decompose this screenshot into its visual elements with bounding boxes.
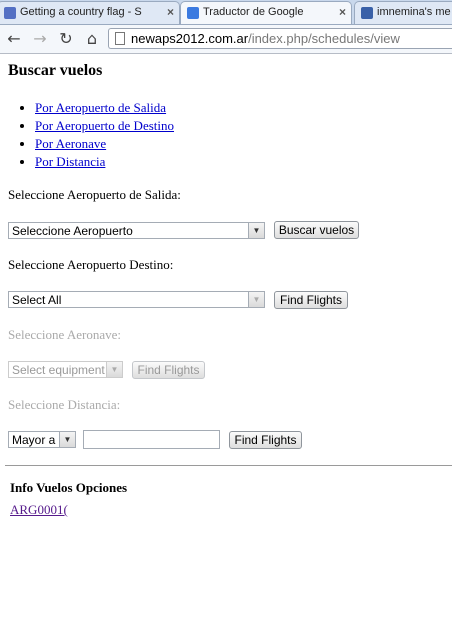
browser-toolbar: ← → ↻ ⌂ newaps2012.com.ar/index.php/sche… [0, 25, 452, 54]
chevron-down-icon: ▼ [59, 432, 75, 447]
site-favicon-icon [361, 7, 373, 19]
divider [5, 465, 452, 466]
select-value: Seleccione Aeropuerto [12, 224, 133, 238]
search-flights-button[interactable]: Buscar vuelos [274, 221, 359, 239]
link-by-aircraft[interactable]: Por Aeronave [35, 136, 106, 151]
find-flights-destination-button[interactable]: Find Flights [274, 291, 348, 309]
close-tab-icon[interactable]: × [339, 5, 346, 19]
home-icon[interactable]: ⌂ [81, 28, 103, 50]
select-value: Select equipment [12, 363, 105, 377]
list-item: Por Aeronave [35, 135, 174, 153]
list-item: Por Aeropuerto de Salida [35, 99, 174, 117]
chevron-down-icon: ▼ [248, 223, 264, 238]
link-by-destination[interactable]: Por Aeropuerto de Destino [35, 118, 174, 133]
departure-airport-select[interactable]: Seleccione Aeropuerto ▼ [8, 222, 265, 239]
stackoverflow-favicon-icon [4, 7, 16, 19]
list-item: Por Distancia [35, 153, 174, 171]
destination-airport-select[interactable]: Select All ▼ [8, 291, 265, 308]
aircraft-label: Seleccione Aeronave: [8, 327, 121, 342]
forward-arrow-icon[interactable]: → [29, 28, 51, 50]
link-by-distance[interactable]: Por Distancia [35, 154, 105, 169]
url-domain: newaps2012.com.ar [131, 31, 249, 46]
distance-operator-select[interactable]: Mayor a ▼ [8, 431, 76, 448]
search-options-list: Por Aeropuerto de Salida Por Aeropuerto … [8, 99, 174, 171]
distance-label: Seleccione Distancia: [8, 397, 121, 412]
flight-result-link[interactable]: ARG0001( [10, 502, 68, 518]
reload-icon[interactable]: ↻ [55, 28, 77, 50]
address-bar[interactable]: newaps2012.com.ar/index.php/schedules/vi… [108, 28, 452, 49]
tab-strip: Getting a country flag - S × Traductor d… [0, 0, 452, 25]
tab-traductor-de-google[interactable]: Traductor de Google × [180, 1, 352, 24]
info-section-title: Info Vuelos Opciones [10, 480, 128, 495]
tab-title: imnemina's me [377, 6, 451, 18]
tab-imnemina[interactable]: imnemina's me [354, 1, 452, 24]
distance-input[interactable] [83, 430, 220, 449]
destination-label: Seleccione Aeropuerto Destino: [8, 257, 174, 272]
link-by-departure[interactable]: Por Aeropuerto de Salida [35, 100, 166, 115]
list-item: Por Aeropuerto de Destino [35, 117, 174, 135]
close-tab-icon[interactable]: × [167, 5, 174, 19]
page-title: Buscar vuelos [8, 62, 103, 79]
page-content: Buscar vuelos Por Aeropuerto de Salida P… [0, 54, 452, 640]
find-flights-distance-button[interactable]: Find Flights [229, 431, 302, 449]
tab-title: Traductor de Google [203, 6, 304, 18]
chevron-down-icon: ▼ [106, 362, 122, 377]
find-flights-aircraft-button[interactable]: Find Flights [132, 361, 205, 379]
select-value: Mayor a [12, 433, 56, 447]
tab-getting-country-flag[interactable]: Getting a country flag - S × [0, 1, 180, 24]
departure-label: Seleccione Aeropuerto de Salida: [8, 187, 181, 202]
aircraft-select[interactable]: Select equipment ▼ [8, 361, 123, 378]
back-arrow-icon[interactable]: ← [3, 28, 25, 50]
google-translate-favicon-icon [187, 7, 199, 19]
url-path: /index.php/schedules/view [248, 31, 400, 46]
select-value: Select All [12, 293, 62, 307]
page-icon [115, 32, 125, 45]
chevron-down-icon: ▼ [248, 292, 264, 307]
tab-title: Getting a country flag - S [20, 6, 142, 18]
